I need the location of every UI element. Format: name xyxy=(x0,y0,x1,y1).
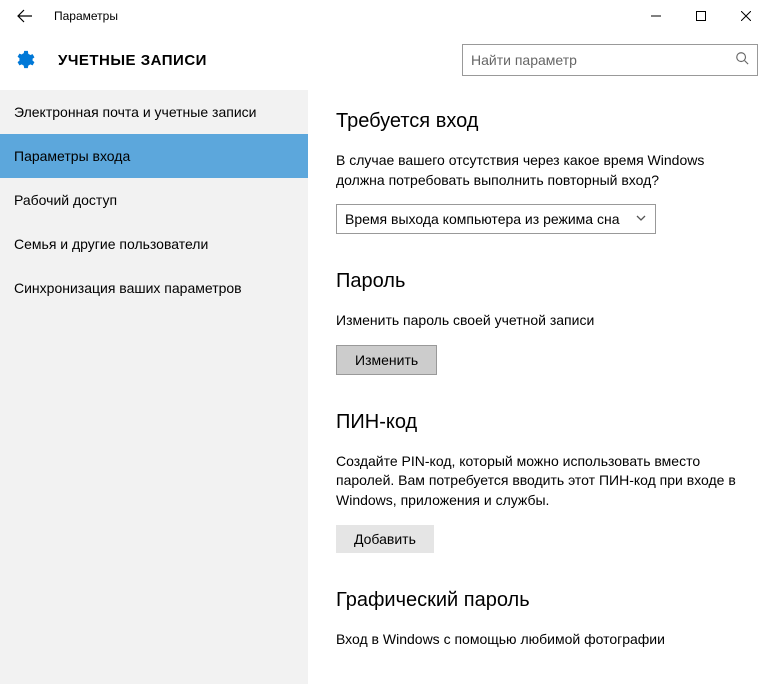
chevron-down-icon xyxy=(635,211,647,227)
search-box[interactable] xyxy=(462,44,758,76)
pin-description: Создайте PIN-код, который можно использо… xyxy=(336,452,740,511)
gear-icon xyxy=(12,48,36,72)
sidebar-item-email-accounts[interactable]: Электронная почта и учетные записи xyxy=(0,90,308,134)
header: УЧЕТНЫЕ ЗАПИСИ xyxy=(0,32,768,90)
sign-in-dropdown[interactable]: Время выхода компьютера из режима сна xyxy=(336,204,656,234)
change-password-button[interactable]: Изменить xyxy=(336,345,437,375)
arrow-left-icon xyxy=(17,8,33,24)
main-content: Требуется вход В случае вашего отсутстви… xyxy=(308,90,768,684)
sidebar-item-work-access[interactable]: Рабочий доступ xyxy=(0,178,308,222)
section-title: УЧЕТНЫЕ ЗАПИСИ xyxy=(58,52,207,69)
maximize-icon xyxy=(696,11,706,21)
add-pin-button[interactable]: Добавить xyxy=(336,525,434,553)
minimize-icon xyxy=(651,11,661,21)
sidebar: Электронная почта и учетные записи Парам… xyxy=(0,90,308,684)
sign-in-description: В случае вашего отсутствия через какое в… xyxy=(336,151,740,190)
password-heading: Пароль xyxy=(336,270,740,293)
close-button[interactable] xyxy=(723,1,768,31)
search-input[interactable] xyxy=(471,52,735,68)
maximize-button[interactable] xyxy=(678,1,723,31)
sidebar-item-family[interactable]: Семья и другие пользователи xyxy=(0,222,308,266)
back-button[interactable] xyxy=(10,1,40,31)
picture-password-heading: Графический пароль xyxy=(336,589,740,612)
content: Электронная почта и учетные записи Парам… xyxy=(0,90,768,684)
password-description: Изменить пароль своей учетной записи xyxy=(336,311,740,331)
sidebar-item-sign-in-options[interactable]: Параметры входа xyxy=(0,134,308,178)
picture-password-description: Вход в Windows с помощью любимой фотогра… xyxy=(336,630,740,650)
sidebar-item-sync[interactable]: Синхронизация ваших параметров xyxy=(0,266,308,310)
pin-heading: ПИН-код xyxy=(336,411,740,434)
titlebar: Параметры xyxy=(0,0,768,32)
close-icon xyxy=(741,11,751,21)
window-title: Параметры xyxy=(54,9,118,23)
window-controls xyxy=(633,1,768,31)
minimize-button[interactable] xyxy=(633,1,678,31)
dropdown-value: Время выхода компьютера из режима сна xyxy=(345,211,619,227)
search-icon xyxy=(735,51,749,70)
sign-in-heading: Требуется вход xyxy=(336,110,740,133)
